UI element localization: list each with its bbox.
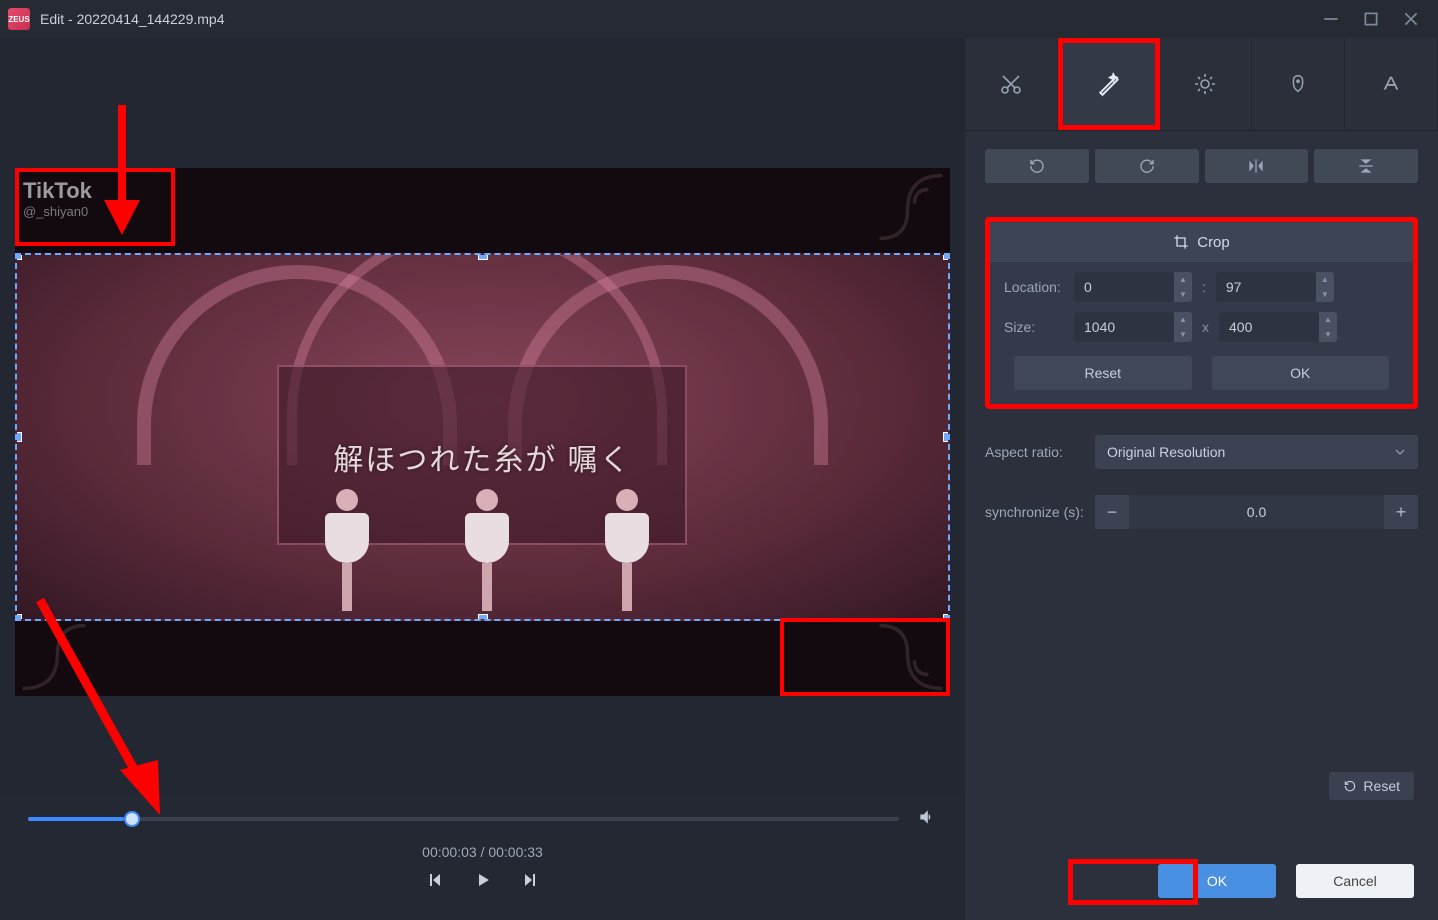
video-subtitle: 解ほつれた糸が 嘱く: [17, 435, 948, 479]
crop-h-input[interactable]: [1219, 312, 1319, 342]
next-frame-button[interactable]: [523, 872, 539, 893]
rotate-cw-button[interactable]: [1095, 149, 1199, 183]
tiktok-watermark: TikTok @_shiyan0: [15, 168, 175, 246]
flip-vertical-button[interactable]: [1314, 149, 1418, 183]
crop-w-spinner[interactable]: ▲▼: [1174, 312, 1192, 342]
tab-brightness[interactable]: [1160, 38, 1253, 130]
crop-header-label: Crop: [1197, 234, 1230, 251]
ornament-icon: [876, 172, 946, 242]
size-label: Size:: [1004, 319, 1074, 335]
ornament-icon: [19, 622, 89, 692]
preview-pane: TikTok @_shiyan0 解ほつれた糸が 嘱く: [0, 38, 965, 920]
crop-y-input[interactable]: [1216, 272, 1316, 302]
aspect-ratio-label: Aspect ratio:: [985, 444, 1095, 460]
tab-effects[interactable]: [1058, 38, 1160, 130]
synchronize-label: synchronize (s):: [985, 504, 1095, 520]
video-area[interactable]: TikTok @_shiyan0 解ほつれた糸が 嘱く: [0, 38, 965, 794]
timeline-thumb[interactable]: [124, 811, 140, 827]
figure: [457, 489, 517, 619]
sync-increment-button[interactable]: +: [1384, 495, 1418, 529]
crop-w-input[interactable]: [1074, 312, 1174, 342]
ok-button[interactable]: OK: [1158, 864, 1276, 898]
global-reset-label: Reset: [1363, 778, 1400, 794]
tab-cut[interactable]: [965, 38, 1058, 130]
crop-handle-nw[interactable]: [15, 253, 22, 260]
rotate-ccw-button[interactable]: [985, 149, 1089, 183]
crop-handle-ne[interactable]: [943, 253, 950, 260]
play-button[interactable]: [475, 872, 491, 893]
aspect-ratio-value: Original Resolution: [1107, 444, 1225, 460]
tab-text[interactable]: [1345, 38, 1438, 130]
crop-handle-e[interactable]: [943, 432, 950, 442]
timeline-track[interactable]: [28, 817, 899, 821]
size-separator: x: [1202, 319, 1209, 335]
minimize-button[interactable]: [1322, 10, 1340, 28]
figure: [317, 489, 377, 619]
aspect-ratio-select[interactable]: Original Resolution: [1095, 435, 1418, 469]
crop-selection[interactable]: 解ほつれた糸が 嘱く: [15, 253, 950, 621]
watermark-brand: TikTok: [23, 178, 167, 204]
titlebar: ZEUS Edit - 20220414_144229.mp4: [0, 0, 1438, 38]
prev-frame-button[interactable]: [426, 872, 442, 893]
cancel-button[interactable]: Cancel: [1296, 864, 1414, 898]
crop-y-spinner[interactable]: ▲▼: [1316, 272, 1334, 302]
location-label: Location:: [1004, 279, 1074, 295]
crop-x-spinner[interactable]: ▲▼: [1174, 272, 1192, 302]
maximize-button[interactable]: [1362, 10, 1380, 28]
sync-value[interactable]: 0.0: [1129, 495, 1384, 529]
close-button[interactable]: [1402, 10, 1420, 28]
crop-panel-header: Crop: [990, 222, 1413, 262]
crop-ok-button[interactable]: OK: [1212, 356, 1390, 390]
window-title: Edit - 20220414_144229.mp4: [40, 11, 1322, 27]
crop-reset-button[interactable]: Reset: [1014, 356, 1192, 390]
crop-handle-s[interactable]: [478, 614, 488, 621]
crop-panel: Crop Location: ▲▼ : ▲▼ Size: ▲▼ x ▲▼: [985, 217, 1418, 409]
watermark-handle: @_shiyan0: [23, 204, 167, 219]
tab-watermark[interactable]: [1252, 38, 1345, 130]
crop-handle-n[interactable]: [478, 253, 488, 260]
timeline-progress: [28, 817, 124, 821]
global-reset-button[interactable]: Reset: [1329, 772, 1414, 800]
tool-tabs: [965, 38, 1438, 131]
crop-handle-sw[interactable]: [15, 614, 22, 621]
flip-horizontal-button[interactable]: [1205, 149, 1309, 183]
crop-x-input[interactable]: [1074, 272, 1174, 302]
crop-handle-w[interactable]: [15, 432, 22, 442]
side-panel: Crop Location: ▲▼ : ▲▼ Size: ▲▼ x ▲▼: [965, 38, 1438, 920]
volume-icon[interactable]: [917, 807, 937, 832]
figure: [597, 489, 657, 619]
chevron-down-icon: [1394, 446, 1406, 458]
annotation-box: [780, 618, 950, 696]
time-display: 00:00:03 / 00:00:33: [0, 844, 965, 872]
app-logo-icon: ZEUS: [8, 8, 30, 30]
coord-separator: :: [1202, 279, 1206, 295]
crop-h-spinner[interactable]: ▲▼: [1319, 312, 1337, 342]
sync-decrement-button[interactable]: −: [1095, 495, 1129, 529]
